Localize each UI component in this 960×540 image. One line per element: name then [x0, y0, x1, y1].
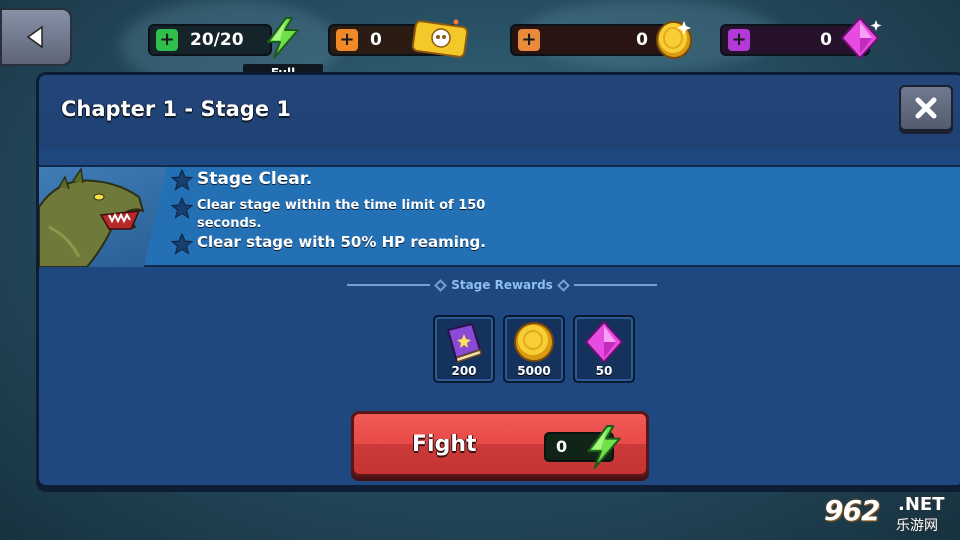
- gem-value: 0: [820, 30, 832, 50]
- coin-value: 0: [636, 30, 648, 50]
- reward-item[interactable]: 50: [573, 315, 635, 383]
- gem-icon: [841, 17, 882, 59]
- objective-text: Clear stage within the time limit of 150…: [197, 198, 486, 231]
- lightning-icon: [587, 425, 621, 469]
- objective-item: Clear stage with 50% HP reaming.: [171, 233, 486, 255]
- coin-icon: [656, 21, 692, 59]
- back-arrow-icon: [26, 25, 43, 49]
- book-icon: [447, 323, 482, 363]
- add-ticket-button[interactable]: +: [336, 29, 358, 51]
- diamond-ornament-icon: [434, 278, 448, 292]
- energy-value: 20/20: [190, 30, 244, 50]
- rewards-header: Stage Rewards: [347, 275, 658, 295]
- dialog-title: Chapter 1 - Stage 1: [61, 97, 291, 121]
- back-button[interactable]: [0, 8, 72, 66]
- objective-item: Clear stage within the time limit of 150…: [171, 197, 487, 233]
- star-icon: [171, 169, 193, 191]
- watermark-suffix: .NET: [898, 494, 945, 515]
- star-icon: [171, 197, 193, 219]
- diamond-ornament-icon: [556, 278, 570, 292]
- lightning-icon: [267, 17, 299, 59]
- reward-item[interactable]: 200: [433, 315, 495, 383]
- star-icon: [171, 233, 193, 255]
- reward-amount: 50: [595, 364, 613, 378]
- close-button[interactable]: [899, 85, 953, 131]
- add-gem-button[interactable]: +: [728, 29, 750, 51]
- boss-portrait: [39, 167, 167, 267]
- fight-label: Fight: [412, 432, 477, 457]
- stage-objectives-panel: Stage Clear. Clear stage within the time…: [39, 165, 960, 267]
- add-energy-button[interactable]: +: [156, 29, 178, 51]
- reward-item[interactable]: 5000: [503, 315, 565, 383]
- stage-dialog: Chapter 1 - Stage 1 Stage Clear. Clear s…: [36, 72, 960, 488]
- skull-ticket-icon: [411, 19, 469, 58]
- fight-cost-value: 0: [556, 437, 568, 456]
- gem-icon: [585, 321, 623, 363]
- objective-text: Stage Clear.: [197, 169, 313, 189]
- coin-icon: [514, 322, 554, 362]
- dialog-header: Chapter 1 - Stage 1: [39, 75, 960, 149]
- energy-counter: + 20/20: [148, 24, 272, 56]
- close-icon: [915, 97, 937, 119]
- add-coin-button[interactable]: +: [518, 29, 540, 51]
- objective-text: Clear stage with 50% HP reaming.: [197, 233, 486, 251]
- dinosaur-icon: [39, 167, 145, 267]
- watermark-text: 乐游网: [896, 518, 938, 534]
- objective-item: Stage Clear.: [171, 169, 312, 191]
- ticket-value: 0: [370, 30, 382, 50]
- site-watermark: 962 .NET 乐游网: [820, 490, 960, 540]
- reward-amount: 5000: [517, 364, 551, 378]
- objectives-list: Stage Clear. Clear stage within the time…: [171, 167, 691, 267]
- reward-amount: 200: [451, 364, 477, 378]
- watermark-number: 962: [824, 494, 880, 527]
- fight-button[interactable]: Fight 0: [351, 411, 649, 477]
- fight-energy-cost: 0: [544, 425, 621, 469]
- rewards-title: Stage Rewards: [451, 278, 553, 292]
